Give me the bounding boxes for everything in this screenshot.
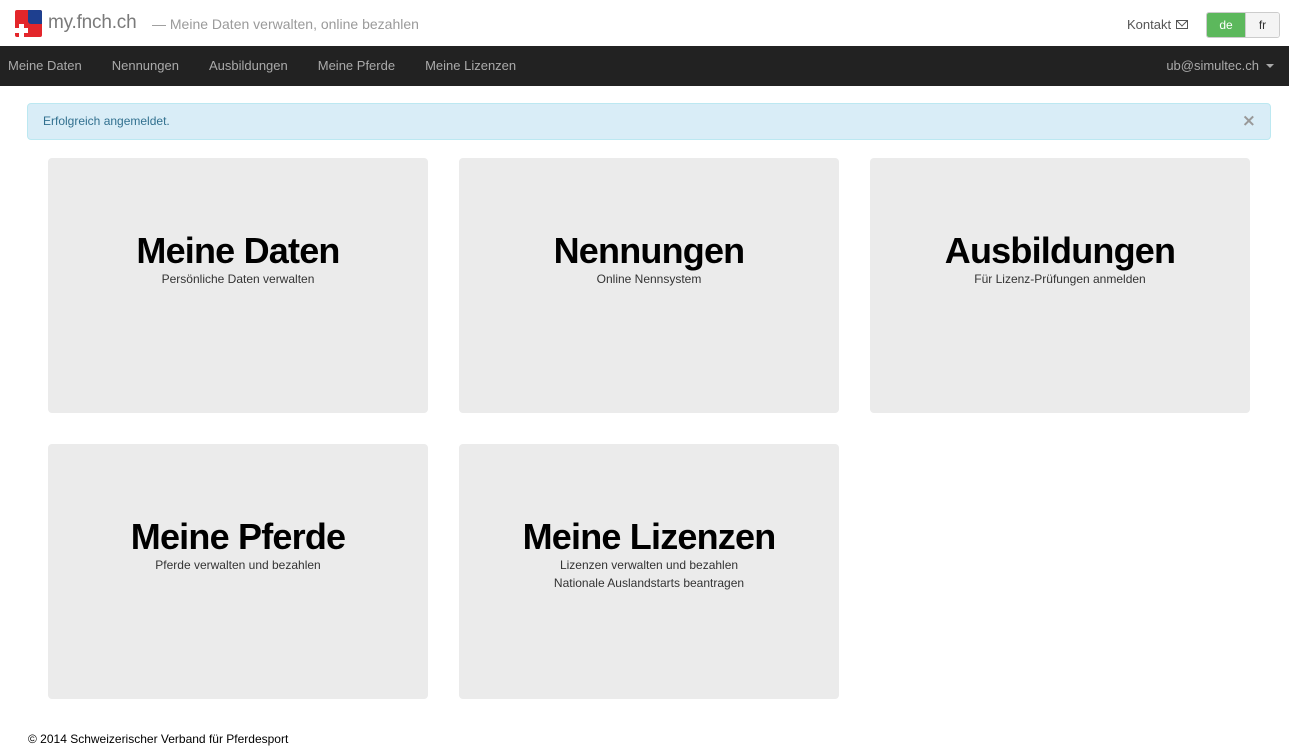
lang-de-button[interactable]: de [1207,13,1245,37]
nav-item-nennungen[interactable]: Nennungen [97,46,194,86]
tile-title: Meine Daten [136,230,340,271]
nav-item-meine-daten[interactable]: Meine Daten [0,46,97,86]
tile-title: Meine Lizenzen [522,516,777,557]
brand-tagline: — Meine Daten verwalten, online bezahlen [152,16,419,32]
logo-blue-corner [28,10,42,24]
main-navbar: Meine Daten Nennungen Ausbildungen Meine… [0,46,1289,86]
contact-label: Kontakt [1127,17,1172,32]
page: my.fnch.ch — Meine Daten verwalten, onli… [0,0,1289,751]
nav-item-ausbildungen[interactable]: Ausbildungen [194,46,303,86]
tile-meine-daten[interactable]: Meine Daten Persönliche Daten verwalten [48,158,428,413]
tile-subtitle: Online Nennsystem [596,272,702,286]
brand-name[interactable]: my.fnch.ch [48,12,137,34]
nav-item-meine-lizenzen[interactable]: Meine Lizenzen [410,46,531,86]
tile-meine-lizenzen[interactable]: Meine Lizenzen Lizenzen verwalten und be… [459,444,839,699]
logo-icon[interactable] [15,10,42,37]
tile-title: Nennungen [553,230,746,271]
tile-subtitle-line-1: Lizenzen verwalten und bezahlen [559,558,739,572]
logo-cross-horizontal [15,28,28,33]
tile-meine-pferde[interactable]: Meine Pferde Pferde verwalten und bezahl… [48,444,428,699]
tile-subtitle: Lizenzen verwalten und bezahlen National… [459,556,839,592]
caret-down-icon [1266,64,1274,68]
tile-subtitle: Persönliche Daten verwalten [161,272,315,286]
tile-title: Meine Pferde [130,516,346,557]
footer-copyright: © 2014 Schweizerischer Verband für Pferd… [28,732,289,746]
close-icon[interactable]: × [1242,112,1256,130]
tile-title: Ausbildungen [944,230,1176,271]
tile-ausbildungen[interactable]: Ausbildungen Für Lizenz-Prüfungen anmeld… [870,158,1250,413]
language-switcher: de fr [1206,12,1280,38]
brand-bar: my.fnch.ch — Meine Daten verwalten, onli… [0,0,1289,46]
tile-subtitle-line-2: Nationale Auslandstarts beantragen [553,576,745,590]
contact-link[interactable]: Kontakt [1127,17,1189,32]
lang-fr-button[interactable]: fr [1245,13,1279,37]
user-menu-dropdown[interactable]: ub@simultec.ch [1166,46,1274,86]
nav-item-meine-pferde[interactable]: Meine Pferde [303,46,410,86]
success-alert: Erfolgreich angemeldet. × [27,103,1271,140]
tile-nennungen[interactable]: Nennungen Online Nennsystem [459,158,839,413]
tile-subtitle: Pferde verwalten und bezahlen [155,558,321,572]
tile-subtitle: Für Lizenz-Prüfungen anmelden [974,272,1146,286]
user-email: ub@simultec.ch [1166,58,1259,73]
envelope-icon [1176,20,1189,29]
alert-message: Erfolgreich angemeldet. [43,114,170,128]
